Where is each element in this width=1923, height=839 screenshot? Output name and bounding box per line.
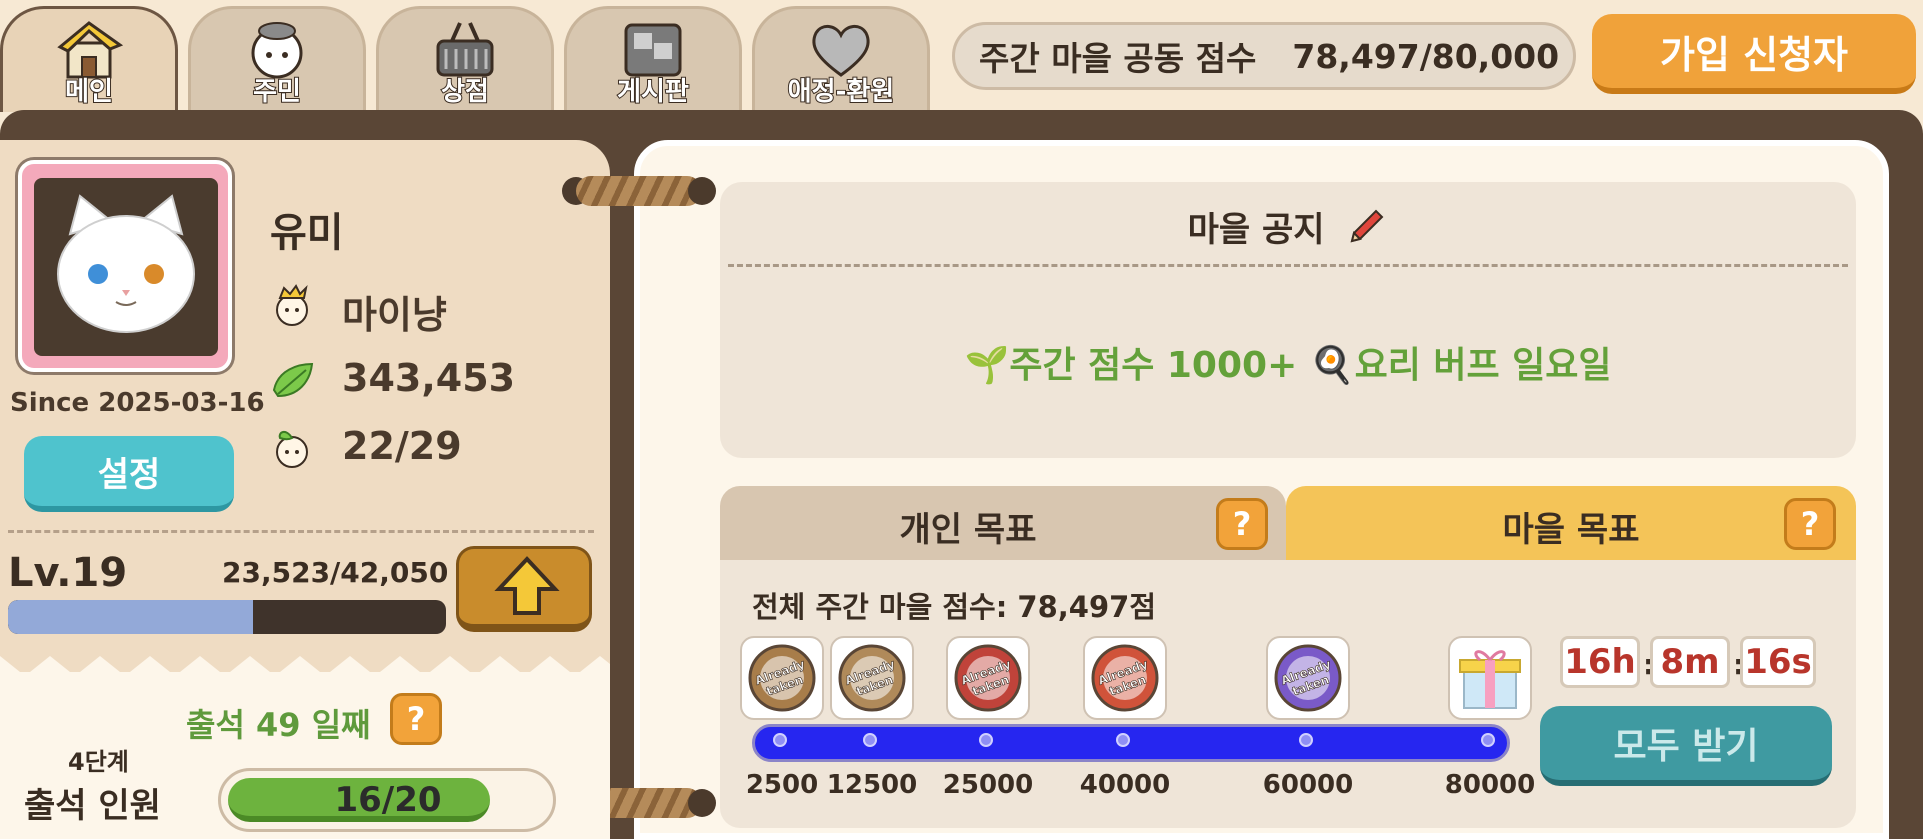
milestone-dot [1116,733,1130,747]
gift-box-icon [1459,650,1521,709]
leaf-count: 343,453 [342,356,516,400]
rope-icon [576,176,702,206]
tab-shop-label: 상점 [440,76,490,108]
milestone-reward[interactable]: Already taken [740,636,824,720]
divider [8,530,594,533]
milestone-dot [1299,733,1313,747]
weekly-village-score: 주간 마을 공동 점수 78,497/80,000 [952,22,1576,90]
tab-village-goal-label: 마을 목표 [1502,510,1640,550]
question-icon: ? [406,700,426,738]
question-icon: ? [1800,505,1820,543]
attendance-label: 출석 인원 [24,786,161,826]
avatar [34,178,218,356]
pencil-icon[interactable] [1344,205,1388,258]
milestone-reward[interactable] [1448,636,1532,720]
tab-board[interactable]: 게시판 [564,6,742,112]
rope-cap-right-icon [688,177,716,205]
tab-board-label: 게시판 [616,76,690,108]
village-goal-help-button[interactable]: ? [1784,498,1836,550]
milestone-dot [773,733,787,747]
notice-title: 마을 공지 [1187,210,1325,250]
rope-cap-right-icon [688,789,716,817]
attendance-help-button[interactable]: ? [390,693,442,745]
player-name: 유미 [270,210,344,256]
tab-main-label: 메인 [64,76,114,108]
attendance-stage: 4단계 [68,748,129,776]
level-up-button[interactable] [456,546,592,632]
claim-all-button[interactable]: 모두 받기 [1540,706,1832,786]
tab-residents-label: 주민 [252,76,302,108]
timer-seconds: 16s [1740,636,1816,688]
up-arrow-icon [494,556,560,615]
milestone-label: 12500 [826,770,918,800]
player-title: 마이냥 [342,293,447,337]
timer-hours: 16h [1560,636,1640,688]
white-cat-avatar-icon [57,194,195,333]
join-date: Since 2025-03-16 [10,388,265,418]
xp-bar-fill [8,600,254,634]
tab-affection-label: 애정-환원 [787,76,895,108]
level-label: Lv.19 [8,550,128,596]
tab-shop[interactable]: 상점 [376,6,554,112]
notice-text: 🌱주간 점수 1000+ 🍳요리 버프 일요일 [964,345,1612,386]
weekly-score-value: 78,497/80,000 [1292,36,1560,76]
milestone-reward[interactable]: Already taken [830,636,914,720]
tab-personal-goal[interactable]: 개인 목표 ? [720,486,1286,562]
tab-main[interactable]: 메인 [0,6,178,112]
milestone-label: 40000 [1079,770,1171,800]
sprout-count: 22/29 [342,424,462,468]
total-weekly-score: 전체 주간 마을 점수: 78,497점 [752,590,1157,624]
question-icon: ? [1232,505,1252,543]
milestone-label: 25000 [942,770,1034,800]
personal-goal-help-button[interactable]: ? [1216,498,1268,550]
tab-residents[interactable]: 주민 [188,6,366,112]
milestone-reward[interactable]: Already taken [1266,636,1350,720]
reward-medal-icon: Alreadytaken [838,644,906,712]
milestone-label: 2500 [745,770,819,800]
xp-bar [8,600,446,634]
milestone-reward[interactable]: Already taken [946,636,1030,720]
milestone-label: 80000 [1444,770,1536,800]
milestone-reward[interactable]: Already taken [1083,636,1167,720]
xp-value: 23,523/42,050 [222,556,449,589]
milestone-dot [863,733,877,747]
reward-medal-icon: Alreadytaken [748,644,816,712]
leaf-icon [272,362,314,398]
milestone-dot [1481,733,1495,747]
join-applicants-button[interactable]: 가입 신청자 [1592,14,1916,94]
reward-medal-icon: Alreadytaken [1274,644,1342,712]
notice-divider [728,264,1848,267]
tab-village-goal[interactable]: 마을 목표 ? [1286,486,1856,562]
reward-medal-icon: Alreadytaken [954,644,1022,712]
reward-medal-icon: Alreadytaken [1091,644,1159,712]
sprout-resident-icon [276,431,308,468]
tab-personal-goal-label: 개인 목표 [899,510,1037,550]
attendance-count: 16/20 [334,780,442,820]
notice-title-row: 마을 공지 [720,202,1856,258]
tab-affection[interactable]: 애정-환원 [752,6,930,112]
crown-resident-icon [276,284,308,326]
weekly-score-label: 주간 마을 공동 점수 [979,39,1257,78]
settings-button[interactable]: 설정 [24,436,234,512]
attendance-days: 출석 49 일째 [186,706,371,744]
timer-minutes: 8m [1650,636,1730,688]
milestone-label: 60000 [1262,770,1354,800]
milestone-dot [979,733,993,747]
